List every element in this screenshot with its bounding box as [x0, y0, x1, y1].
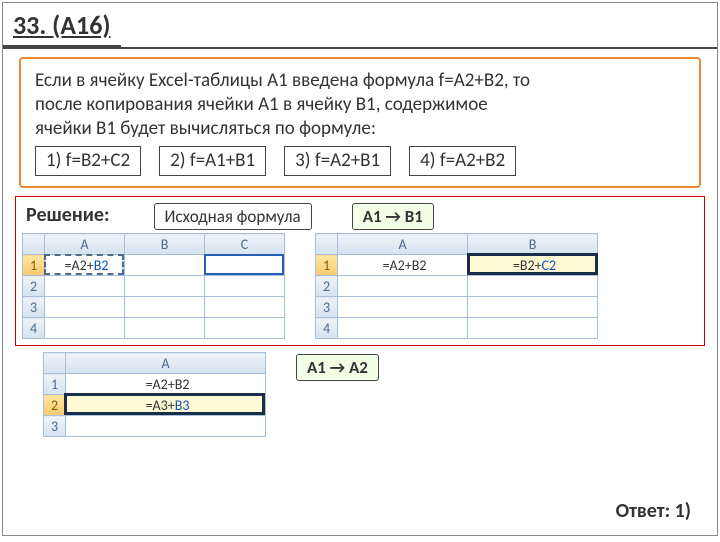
option-4: 4) f=A2+B2 — [409, 146, 516, 176]
row-1-header: 1 — [316, 255, 338, 276]
option-1: 1) f=B2+C2 — [35, 146, 141, 176]
tables-row: A B C 1 =A2+B2 2 3 4 — [22, 233, 698, 339]
col-a-header: A — [338, 234, 468, 255]
excel-table-bottom: A 1 =A2+B2 2 =A3+B3 3 — [43, 352, 266, 437]
row-3-header: 3 — [23, 297, 45, 318]
row-2-header: 2 — [44, 395, 66, 416]
row-4-header: 4 — [23, 318, 45, 339]
solution-region: Решение: Исходная формула A1 → B1 A B C — [15, 196, 705, 346]
cell-c1-empty — [205, 255, 285, 276]
row-2-header: 2 — [316, 276, 338, 297]
cell-b1: =B2+C2 — [468, 255, 598, 276]
row-2-header: 2 — [23, 276, 45, 297]
row-4-header: 4 — [316, 318, 338, 339]
question-title: 33. (А16) — [3, 3, 121, 47]
col-c-header: C — [205, 234, 285, 255]
callout-source-formula: Исходная формула — [154, 203, 312, 230]
callout-a1-to-a2: A1 → A2 — [296, 354, 379, 381]
col-b-header: B — [468, 234, 598, 255]
row-1-header: 1 — [44, 374, 66, 395]
excel-table-right: A B 1 =A2+B2 =B2+C2 2 3 4 — [315, 233, 598, 339]
option-3: 3) f=A2+B1 — [284, 146, 391, 176]
solution-label: Решение: — [26, 203, 110, 227]
task-line-2: после копирования ячейки А1 в ячейку В1,… — [35, 93, 685, 117]
title-underline — [3, 47, 717, 49]
corner-cell — [23, 234, 45, 255]
row-3-header: 3 — [44, 416, 66, 437]
options-row: 1) f=B2+C2 2) f=A1+B1 3) f=A2+B1 4) f=A2… — [35, 146, 685, 176]
cell-a1: =A2+B2 — [338, 255, 468, 276]
page-container: 33. (А16) Если в ячейку Excel-таблицы А1… — [2, 2, 718, 536]
task-line-3: ячейки В1 будет вычисляться по формуле: — [35, 117, 685, 141]
row-1-header: 1 — [23, 255, 45, 276]
excel-table-left: A B C 1 =A2+B2 2 3 4 — [22, 233, 285, 339]
arrow-icon: → — [385, 206, 400, 227]
corner-cell — [316, 234, 338, 255]
callout-a1-to-b1: A1 → B1 — [352, 203, 434, 230]
col-a-header: A — [45, 234, 125, 255]
a1-text: A1 — [307, 357, 326, 378]
a1-text: A1 — [363, 206, 382, 227]
a2-text: A2 — [349, 357, 368, 378]
task-text-box: Если в ячейку Excel-таблицы А1 введена ф… — [19, 57, 701, 188]
corner-cell — [44, 353, 66, 374]
col-a-header: A — [66, 353, 266, 374]
arrow-icon: → — [330, 357, 345, 378]
task-line-1: Если в ячейку Excel-таблицы А1 введена ф… — [35, 69, 685, 93]
col-b-header: B — [125, 234, 205, 255]
option-2: 2) f=A1+B1 — [159, 146, 266, 176]
bottom-row: A 1 =A2+B2 2 =A3+B3 3 A1 → A2 — [15, 352, 705, 437]
cell-a1: =A2+B2 — [45, 255, 125, 276]
cell-b1-empty — [125, 255, 205, 276]
row-3-header: 3 — [316, 297, 338, 318]
cell-a2: =A3+B3 — [66, 395, 266, 416]
cell-a1: =A2+B2 — [66, 374, 266, 395]
answer-label: Ответ: 1) — [616, 499, 691, 523]
b1-text: B1 — [405, 206, 423, 227]
